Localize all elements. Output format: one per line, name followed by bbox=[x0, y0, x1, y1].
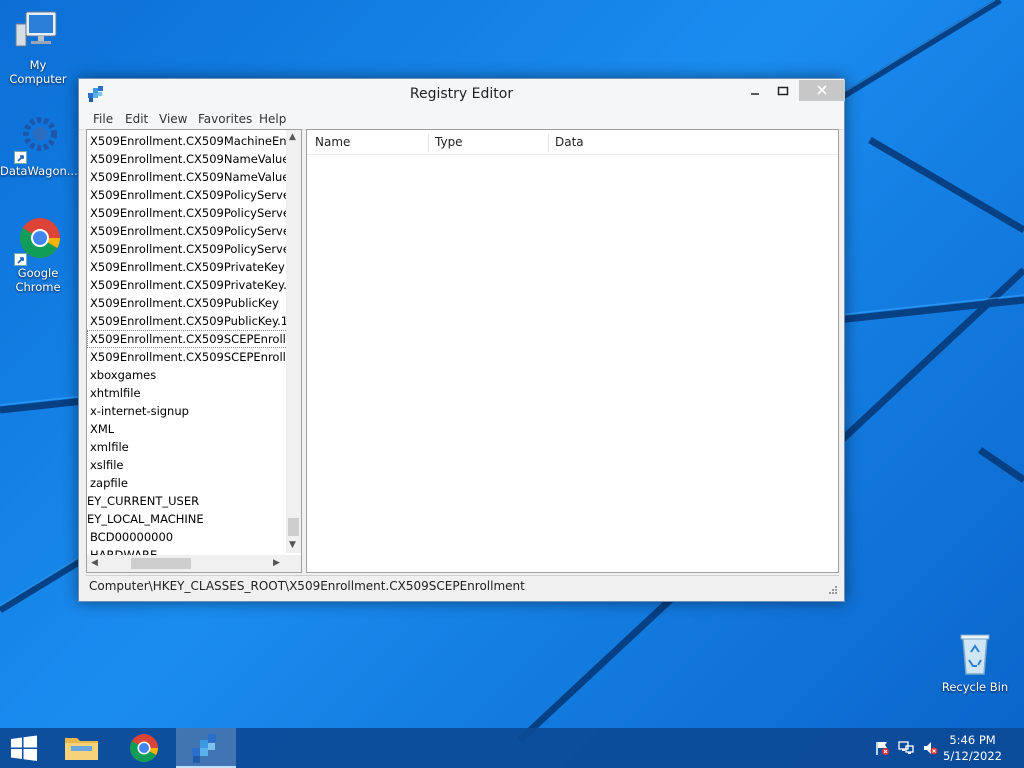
taskbar: 5:46 PM 5/12/2022 bbox=[0, 728, 1024, 768]
status-path: Computer\HKEY_CLASSES_ROOT\X509Enrollmen… bbox=[89, 579, 525, 593]
tree-item[interactable]: X509Enrollment.CX509NameValuePa bbox=[87, 168, 290, 186]
vertical-scroll-thumb[interactable] bbox=[288, 518, 299, 536]
clock-date: 5/12/2022 bbox=[943, 749, 1002, 763]
column-data[interactable]: Data bbox=[555, 135, 584, 149]
status-bar: Computer\HKEY_CLASSES_ROOT\X509Enrollmen… bbox=[86, 575, 839, 596]
scroll-up-icon[interactable]: ▲ bbox=[289, 132, 296, 142]
network-icon[interactable] bbox=[898, 740, 914, 756]
recycle-bin-icon bbox=[951, 630, 999, 678]
action-center-flag-icon[interactable] bbox=[874, 740, 890, 756]
tree-item[interactable]: xboxgames bbox=[87, 366, 290, 384]
chrome-icon bbox=[14, 216, 62, 266]
scroll-left-icon[interactable]: ◀ bbox=[91, 558, 98, 568]
shortcut-arrow-icon bbox=[14, 253, 27, 266]
desktop-icon-my-computer[interactable]: My Computer bbox=[0, 8, 76, 86]
windows-logo-icon bbox=[11, 735, 37, 761]
desktop-icon-label: DataWagon... bbox=[0, 164, 78, 178]
taskbar-registry-editor[interactable] bbox=[176, 728, 236, 768]
volume-muted-icon[interactable] bbox=[922, 740, 938, 756]
tree-item[interactable]: X509Enrollment.CX509PolicyServerLi bbox=[87, 186, 290, 204]
menu-favorites[interactable]: Favorites bbox=[198, 112, 252, 126]
tree-item[interactable]: XML bbox=[87, 420, 290, 438]
tree-item[interactable]: xslfile bbox=[87, 456, 290, 474]
system-clock[interactable]: 5:46 PM 5/12/2022 bbox=[943, 732, 1002, 764]
registry-editor-window: Registry Editor File Edit View Favorites… bbox=[78, 78, 845, 602]
horizontal-scroll-thumb[interactable] bbox=[131, 558, 191, 569]
tree-item[interactable]: X509Enrollment.CX509MachineEnrol bbox=[87, 132, 290, 150]
resize-grip-icon[interactable] bbox=[827, 584, 837, 594]
tree-item[interactable]: X509Enrollment.CX509PolicyServerUr bbox=[87, 222, 290, 240]
start-button[interactable] bbox=[0, 728, 48, 768]
column-type[interactable]: Type bbox=[435, 135, 463, 149]
clock-time: 5:46 PM bbox=[949, 733, 996, 747]
chrome-icon bbox=[130, 734, 158, 762]
tree-item[interactable]: X509Enrollment.CX509PublicKey bbox=[87, 294, 290, 312]
tree-item[interactable]: xhtmlfile bbox=[87, 384, 290, 402]
scroll-down-icon[interactable]: ▼ bbox=[289, 540, 296, 550]
column-name[interactable]: Name bbox=[315, 135, 350, 149]
desktop-icon-datawagon[interactable]: DataWagon... bbox=[0, 114, 78, 178]
horizontal-scrollbar[interactable]: ◀ ▶ bbox=[87, 555, 286, 572]
menu-edit[interactable]: Edit bbox=[125, 112, 148, 126]
tree-item[interactable]: X509Enrollment.CX509PolicyServerLi bbox=[87, 204, 290, 222]
desktop-icon-label: Recycle Bin bbox=[941, 680, 1009, 694]
tree-item[interactable]: X509Enrollment.CX509PrivateKey bbox=[87, 258, 290, 276]
taskbar-google-chrome[interactable] bbox=[114, 728, 174, 768]
tree-item[interactable]: xmlfile bbox=[87, 438, 290, 456]
maximize-button[interactable] bbox=[769, 81, 797, 101]
tree-item[interactable]: X509Enrollment.CX509NameValuePa bbox=[87, 150, 290, 168]
tree-item[interactable]: X509Enrollment.CX509PrivateKey.1 bbox=[87, 276, 290, 294]
title-bar[interactable]: Registry Editor bbox=[79, 79, 845, 109]
tree-item[interactable]: EY_LOCAL_MACHINE bbox=[87, 510, 287, 528]
column-divider[interactable] bbox=[428, 134, 429, 152]
folder-icon bbox=[65, 738, 98, 760]
gear-icon bbox=[14, 114, 62, 164]
taskbar-file-explorer[interactable] bbox=[52, 728, 112, 768]
menu-file[interactable]: File bbox=[93, 112, 113, 126]
desktop-icon-google-chrome[interactable]: Google Chrome bbox=[0, 216, 76, 294]
window-title: Registry Editor bbox=[409, 86, 514, 102]
values-list[interactable]: Name Type Data bbox=[306, 129, 839, 573]
desktop-icon-label: My Computer bbox=[9, 58, 67, 86]
minimize-button[interactable] bbox=[741, 81, 769, 101]
tree-item[interactable]: X509Enrollment.CX509PolicyServerUr bbox=[87, 240, 290, 258]
computer-icon bbox=[14, 8, 62, 56]
registry-tree[interactable]: X509Enrollment.CX509MachineEnrol X509Enro… bbox=[86, 129, 302, 573]
tree-item[interactable]: X509Enrollment.CX509SCEPEnrollme bbox=[87, 348, 290, 366]
tree-item[interactable]: BCD00000000 bbox=[87, 528, 290, 546]
menu-view[interactable]: View bbox=[159, 112, 187, 126]
close-button[interactable] bbox=[799, 80, 845, 101]
registry-editor-icon bbox=[192, 734, 216, 763]
header-divider bbox=[307, 154, 838, 155]
menu-help[interactable]: Help bbox=[259, 112, 286, 126]
desktop-icon-label: Google Chrome bbox=[15, 266, 61, 294]
tree-item[interactable]: x-internet-signup bbox=[87, 402, 290, 420]
tree-item[interactable]: EY_CURRENT_USER bbox=[87, 492, 287, 510]
shortcut-arrow-icon bbox=[14, 151, 27, 164]
scrollbar-corner bbox=[286, 555, 301, 572]
menu-bar: File Edit View Favorites Help bbox=[79, 109, 844, 130]
vertical-scrollbar[interactable]: ▲ ▼ bbox=[286, 130, 301, 553]
tree-item[interactable]: zapfile bbox=[87, 474, 290, 492]
column-divider[interactable] bbox=[548, 134, 549, 152]
scroll-right-icon[interactable]: ▶ bbox=[273, 558, 280, 568]
tree-item[interactable]: X509Enrollment.CX509SCEPEnrollme bbox=[87, 330, 290, 348]
desktop-icon-recycle-bin[interactable]: Recycle Bin bbox=[937, 630, 1013, 694]
tree-item[interactable]: X509Enrollment.CX509PublicKey.1 bbox=[87, 312, 290, 330]
